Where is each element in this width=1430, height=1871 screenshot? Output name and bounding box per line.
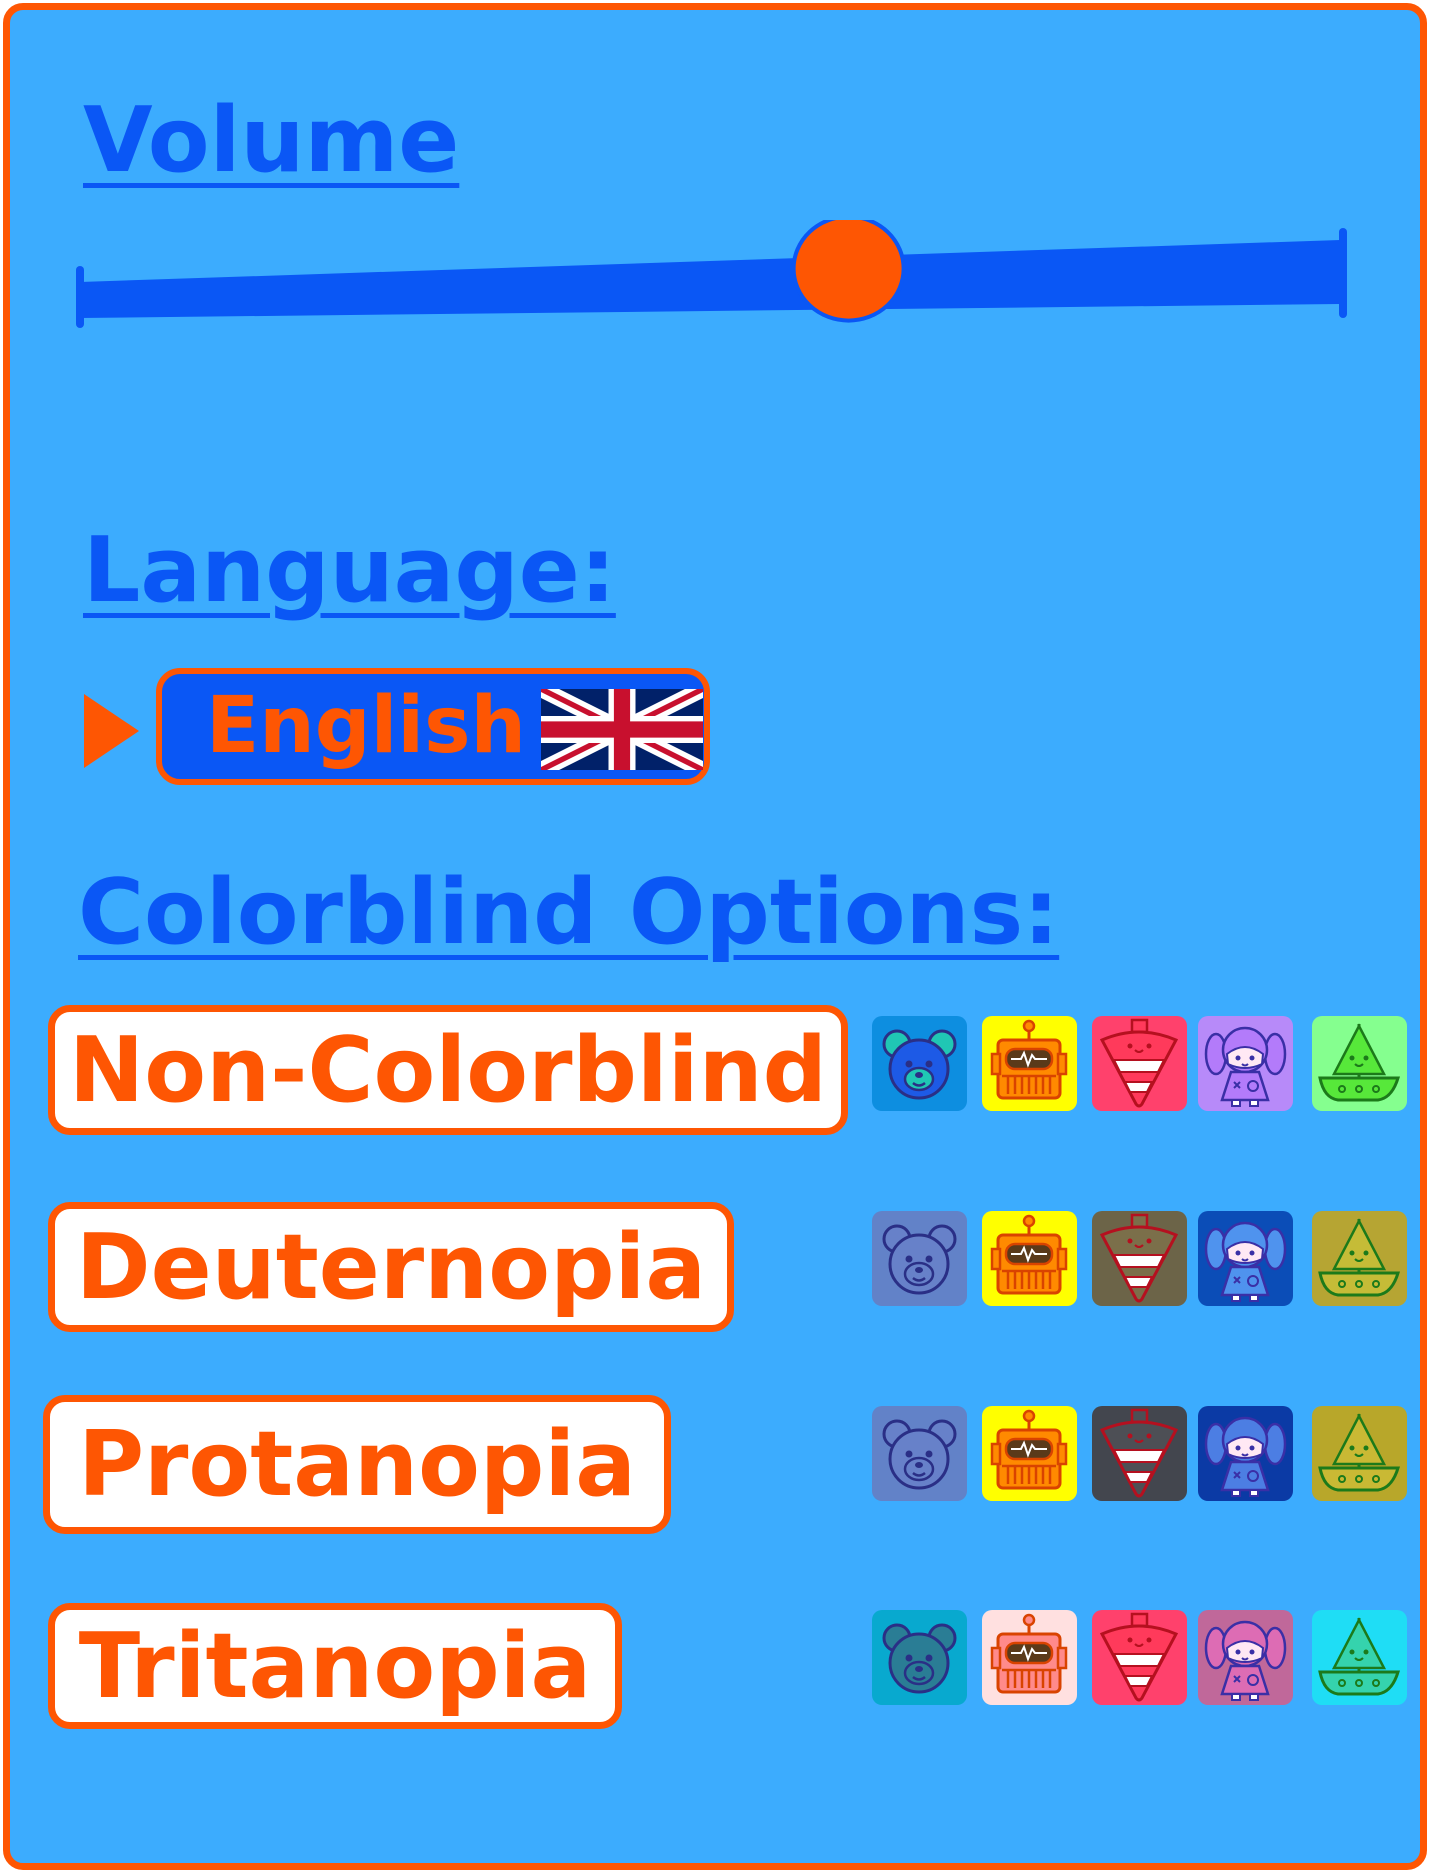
sailboat-icon xyxy=(1312,1610,1407,1705)
robot-icon xyxy=(982,1610,1077,1705)
colorblind-option-label: Tritanopia xyxy=(78,1613,592,1719)
uk-flag-icon xyxy=(541,689,703,770)
settings-panel: Volume Language: English Colorblind Opti… xyxy=(3,3,1427,1870)
colorblind-option-non-colorblind[interactable]: Non-Colorblind xyxy=(48,1005,848,1135)
robot-icon xyxy=(982,1016,1077,1111)
language-selector-button[interactable]: English xyxy=(156,668,710,785)
spinning-top-icon xyxy=(1092,1610,1187,1705)
teddy-bear-icon xyxy=(872,1016,967,1111)
teddy-bear-icon xyxy=(872,1610,967,1705)
volume-track xyxy=(80,240,1340,318)
preview-icons-non-colorblind xyxy=(872,1016,1407,1111)
sailboat-icon xyxy=(1312,1211,1407,1306)
colorblind-option-label: Deuternopia xyxy=(75,1214,707,1320)
volume-heading: Volume xyxy=(83,88,460,193)
language-heading: Language: xyxy=(83,518,616,623)
volume-knob[interactable] xyxy=(791,220,906,323)
sailboat-icon xyxy=(1312,1406,1407,1501)
colorblind-option-protanopia[interactable]: Protanopia xyxy=(43,1395,671,1534)
colorblind-heading: Colorblind Options: xyxy=(78,860,1060,965)
robot-icon xyxy=(982,1406,1077,1501)
robot-icon xyxy=(982,1211,1077,1306)
language-selected-label: English xyxy=(206,681,527,771)
preview-icons-deuternopia xyxy=(872,1211,1407,1306)
teddy-bear-icon xyxy=(872,1211,967,1306)
doll-icon xyxy=(1198,1610,1293,1705)
doll-icon xyxy=(1198,1406,1293,1501)
spinning-top-icon xyxy=(1092,1211,1187,1306)
spinning-top-icon xyxy=(1092,1016,1187,1111)
colorblind-option-tritanopia[interactable]: Tritanopia xyxy=(48,1603,622,1729)
sailboat-icon xyxy=(1312,1016,1407,1111)
colorblind-option-deuternopia[interactable]: Deuternopia xyxy=(48,1202,734,1332)
colorblind-option-label: Non-Colorblind xyxy=(68,1017,828,1123)
doll-icon xyxy=(1198,1016,1293,1111)
colorblind-option-label: Protanopia xyxy=(78,1412,636,1517)
volume-slider[interactable] xyxy=(74,220,1364,340)
doll-icon xyxy=(1198,1211,1293,1306)
selection-arrow-icon xyxy=(84,694,139,768)
preview-icons-tritanopia xyxy=(872,1610,1407,1705)
spinning-top-icon xyxy=(1092,1406,1187,1501)
preview-icons-protanopia xyxy=(872,1406,1407,1501)
teddy-bear-icon xyxy=(872,1406,967,1501)
